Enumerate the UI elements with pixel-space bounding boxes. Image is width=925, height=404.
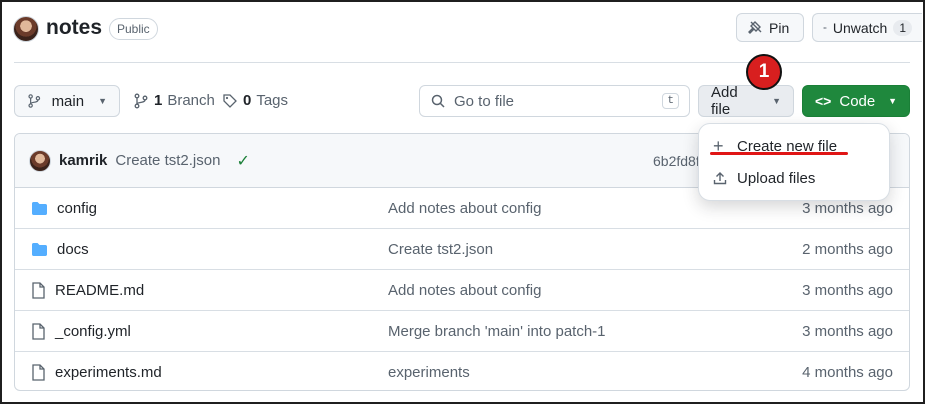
tag-icon (223, 93, 237, 108)
file-icon (32, 322, 45, 340)
commit-hash[interactable]: 6b2fd8f (653, 153, 700, 169)
upload-icon (713, 172, 727, 185)
table-row[interactable]: experiments.md experiments 4 months ago (15, 352, 909, 390)
step-number-badge: 1 (746, 54, 782, 90)
chevron-down-icon: ▼ (888, 96, 897, 106)
search-placeholder: Go to file (454, 92, 515, 110)
file-name[interactable]: docs (57, 241, 89, 258)
table-row[interactable]: _config.yml Merge branch 'main' into pat… (15, 311, 909, 352)
branch-icon (134, 93, 148, 108)
go-to-file-input[interactable]: Go to file t (419, 85, 690, 117)
file-age: 4 months ago (802, 364, 893, 381)
search-icon (431, 94, 445, 108)
file-commit-message[interactable]: Merge branch 'main' into patch-1 (388, 323, 606, 340)
file-icon (32, 281, 45, 299)
owner-avatar[interactable] (13, 16, 39, 42)
branch-count: 1 (154, 92, 163, 109)
repo-name[interactable]: notes (46, 16, 102, 40)
unwatch-label: Unwatch (832, 19, 888, 36)
eye-icon (823, 26, 827, 29)
file-age: 3 months ago (802, 199, 893, 217)
file-commit-message[interactable]: Add notes about config (388, 282, 541, 299)
file-commit-message[interactable]: Add notes about config (388, 200, 541, 217)
file-name[interactable]: config (57, 200, 97, 217)
unwatch-button[interactable]: Unwatch 1 (812, 13, 922, 42)
file-age: 2 months ago (802, 240, 893, 258)
code-label: Code (839, 92, 876, 110)
check-icon: ✓ (236, 152, 250, 170)
branch-word: Branch (167, 92, 215, 109)
author-avatar[interactable] (29, 149, 51, 172)
add-file-label: Add file (711, 84, 738, 118)
commit-author[interactable]: kamrik (59, 152, 107, 169)
shortcut-key: t (662, 93, 679, 109)
table-row[interactable]: README.md Add notes about config 3 month… (15, 270, 909, 311)
tag-word: Tags (256, 92, 289, 109)
code-icon: <> (815, 93, 832, 109)
branch-icon (28, 94, 41, 108)
add-file-menu: + Create new file Upload files (698, 123, 890, 201)
code-button[interactable]: <> Code ▼ (802, 85, 910, 117)
commit-message[interactable]: Create tst2.json (115, 152, 220, 169)
pin-button[interactable]: Pin (736, 13, 804, 42)
upload-files-label: Upload files (737, 169, 816, 187)
branch-selector[interactable]: main ▼ (14, 85, 120, 117)
create-new-file-item[interactable]: + Create new file (699, 130, 889, 162)
annotation-underline (710, 152, 848, 155)
tag-count: 0 (243, 92, 252, 109)
pin-icon (748, 20, 762, 34)
file-age: 3 months ago (802, 281, 893, 299)
file-name[interactable]: _config.yml (55, 323, 131, 340)
file-name[interactable]: experiments.md (55, 364, 162, 381)
add-file-button[interactable]: Add file ▼ (698, 84, 794, 118)
file-icon (32, 364, 45, 381)
file-commit-message[interactable]: experiments (388, 364, 470, 381)
folder-icon (32, 201, 47, 215)
pin-label: Pin (769, 19, 790, 36)
chevron-down-icon: ▼ (98, 96, 107, 106)
file-commit-message[interactable]: Create tst2.json (388, 241, 493, 258)
upload-files-item[interactable]: Upload files (699, 162, 889, 194)
visibility-badge: Public (109, 18, 158, 40)
table-row[interactable]: docs Create tst2.json 2 months ago (15, 229, 909, 270)
file-age: 3 months ago (802, 322, 893, 340)
chevron-down-icon: ▼ (772, 96, 781, 106)
branches-link[interactable]: 1 Branch (133, 92, 215, 109)
branch-name: main (51, 92, 85, 110)
folder-icon (32, 242, 47, 256)
file-name[interactable]: README.md (55, 282, 144, 299)
tags-link[interactable]: 0 Tags (222, 92, 288, 109)
watch-counter: 1 (893, 19, 912, 36)
